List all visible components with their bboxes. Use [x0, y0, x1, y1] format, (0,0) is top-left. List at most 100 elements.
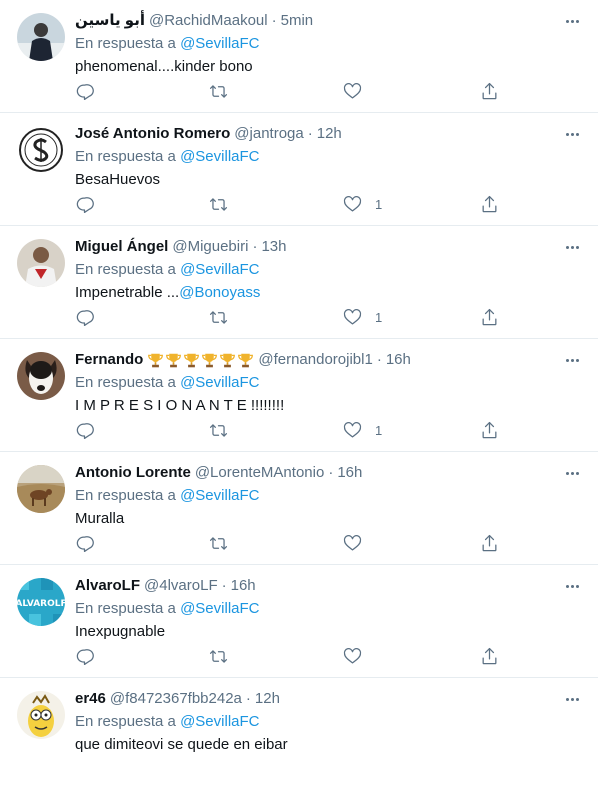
reply-mention-link[interactable]: @SevillaFC — [180, 713, 259, 730]
share-button[interactable] — [480, 645, 499, 667]
reply-button[interactable] — [75, 645, 94, 667]
trophy-icon — [202, 353, 218, 367]
more-icon[interactable] — [562, 239, 582, 255]
share-button[interactable] — [480, 419, 499, 441]
retweet-button[interactable] — [209, 532, 228, 554]
display-name[interactable]: Fernando — [75, 350, 143, 370]
retweet-button[interactable] — [209, 645, 228, 667]
display-name[interactable]: Miguel Ángel — [75, 237, 168, 257]
like-button[interactable] — [343, 80, 375, 102]
user-handle[interactable]: @Miguebiri — [172, 237, 248, 257]
separator-dot: · — [307, 125, 313, 142]
reply-button[interactable] — [75, 193, 94, 215]
trophy-icon — [148, 353, 164, 367]
like-icon — [343, 308, 362, 324]
reply-mention-link[interactable]: @SevillaFC — [180, 600, 259, 617]
avatar[interactable] — [17, 13, 65, 61]
user-handle[interactable]: @fernandorojibl1 — [258, 350, 372, 370]
display-name[interactable]: er46 — [75, 689, 106, 709]
tweet-actions — [75, 80, 505, 102]
reply-context: En respuesta a @SevillaFC — [75, 486, 582, 506]
retweet-button[interactable] — [209, 193, 228, 215]
share-icon — [482, 421, 497, 438]
reply-prefix: En respuesta a — [75, 374, 176, 391]
display-name[interactable]: Antonio Lorente — [75, 463, 191, 483]
tweet[interactable]: er46 @f8472367fbb242a · 12h En respuesta… — [0, 678, 598, 791]
share-button[interactable] — [480, 306, 499, 328]
share-button[interactable] — [480, 193, 499, 215]
trophy-icon — [184, 353, 200, 367]
more-icon[interactable] — [562, 126, 582, 142]
tweet[interactable]: أبو ياسين @RachidMaakoul · 5min En respu… — [0, 0, 598, 113]
reply-mention-link[interactable]: @SevillaFC — [180, 374, 259, 391]
tweet-text-content: I M P R E S I O N A N T E !!!!!!!! — [75, 397, 285, 414]
like-button[interactable] — [343, 532, 375, 554]
tweet[interactable]: Miguel Ángel @Miguebiri · 13h En respues… — [0, 226, 598, 339]
avatar[interactable]: ALVAROLF — [17, 578, 65, 626]
user-handle[interactable]: @4lvaroLF — [144, 576, 218, 596]
reply-prefix: En respuesta a — [75, 713, 176, 730]
display-name[interactable]: أبو ياسين — [75, 11, 145, 31]
timestamp[interactable]: 12h — [255, 689, 280, 709]
reply-mention-link[interactable]: @SevillaFC — [180, 487, 259, 504]
retweet-icon — [209, 536, 228, 550]
tweet-text-content: phenomenal....kinder bono — [75, 58, 253, 75]
more-icon[interactable] — [562, 465, 582, 481]
tweet-text-content: que dimiteovi se quede en eibar — [75, 736, 288, 753]
timestamp[interactable]: 13h — [261, 237, 286, 257]
user-handle[interactable]: @jantroga — [234, 124, 303, 144]
share-button[interactable] — [480, 532, 499, 554]
reply-mention-link[interactable]: @SevillaFC — [180, 261, 259, 278]
timestamp[interactable]: 12h — [317, 124, 342, 144]
reply-mention-link[interactable]: @SevillaFC — [180, 148, 259, 165]
like-button[interactable]: 1 — [343, 306, 382, 328]
timestamp[interactable]: 16h — [337, 463, 362, 483]
user-handle[interactable]: @RachidMaakoul — [149, 11, 268, 31]
like-button[interactable] — [343, 645, 375, 667]
timestamp[interactable]: 5min — [281, 11, 314, 31]
display-name[interactable]: AlvaroLF — [75, 576, 140, 596]
tweet-text-content: Inexpugnable — [75, 623, 166, 640]
retweet-button[interactable] — [209, 419, 228, 441]
like-count: 1 — [375, 196, 383, 212]
retweet-icon — [209, 423, 228, 437]
timestamp[interactable]: 16h — [386, 350, 411, 370]
avatar[interactable] — [17, 465, 65, 513]
retweet-button[interactable] — [209, 306, 228, 328]
reply-button[interactable] — [75, 532, 94, 554]
retweet-button[interactable] — [209, 80, 228, 102]
tweet[interactable]: Antonio Lorente @LorenteMAntonio · 16h E… — [0, 452, 598, 565]
avatar[interactable] — [17, 239, 65, 287]
like-button[interactable]: 1 — [343, 193, 382, 215]
like-icon — [343, 82, 362, 98]
reply-button[interactable] — [75, 419, 94, 441]
more-icon[interactable] — [562, 691, 582, 707]
more-icon[interactable] — [562, 352, 582, 368]
reply-button[interactable] — [75, 306, 94, 328]
reply-context: En respuesta a @SevillaFC — [75, 712, 582, 732]
display-name[interactable]: José Antonio Romero — [75, 124, 230, 144]
tweet[interactable]: José Antonio Romero @jantroga · 12h En r… — [0, 113, 598, 226]
reply-button[interactable] — [75, 80, 94, 102]
tweet-text: I M P R E S I O N A N T E !!!!!!!! — [75, 396, 582, 416]
more-icon[interactable] — [562, 13, 582, 29]
timestamp[interactable]: 16h — [231, 576, 256, 596]
user-handle[interactable]: @LorenteMAntonio — [195, 463, 324, 483]
tweet[interactable]: Fernando @fernandorojibl1 · 16h En respu… — [0, 339, 598, 452]
like-button[interactable]: 1 — [343, 419, 382, 441]
reply-mention-link[interactable]: @SevillaFC — [180, 35, 259, 52]
separator-dot: · — [221, 577, 227, 594]
tweet-text: que dimiteovi se quede en eibar — [75, 735, 582, 755]
reply-context: En respuesta a @SevillaFC — [75, 373, 582, 393]
avatar[interactable] — [17, 352, 65, 400]
avatar[interactable] — [17, 691, 65, 739]
user-handle[interactable]: @f8472367fbb242a — [110, 689, 242, 709]
tweet-text: Impenetrable ...@Bonoyass — [75, 283, 582, 303]
more-icon[interactable] — [562, 578, 582, 594]
text-mention-link[interactable]: @Bonoyass — [179, 284, 260, 301]
avatar[interactable] — [17, 126, 65, 174]
tweet[interactable]: ALVAROLF AlvaroLF @4lvaroLF · 16h En res… — [0, 565, 598, 678]
share-button[interactable] — [480, 80, 499, 102]
separator-dot: · — [328, 464, 334, 481]
retweet-icon — [209, 197, 228, 211]
